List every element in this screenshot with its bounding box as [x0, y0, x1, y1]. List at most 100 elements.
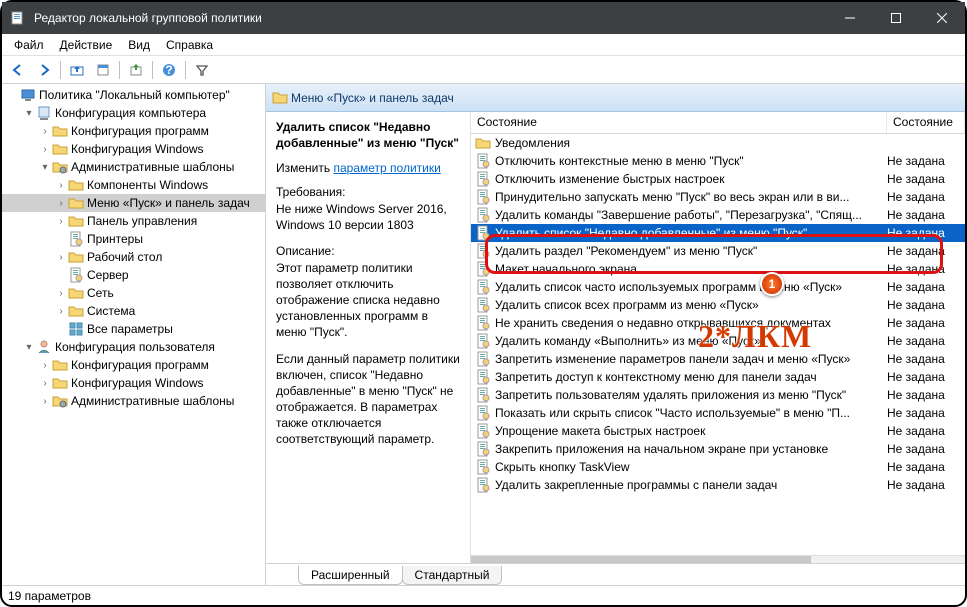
twist-icon: ›	[54, 288, 68, 299]
tree-root[interactable]: Политика "Локальный компьютер"	[2, 86, 265, 104]
titlebar: Редактор локальной групповой политики	[2, 2, 965, 34]
tree-comp-config[interactable]: ▾Конфигурация компьютера	[2, 104, 265, 122]
tree-item-label: Все параметры	[87, 322, 173, 336]
tab-extended[interactable]: Расширенный	[298, 566, 403, 585]
col-state-1[interactable]: Состояние	[471, 112, 887, 133]
right-pane: Меню «Пуск» и панель задач Удалить списо…	[266, 84, 965, 585]
list-row[interactable]: Удалить раздел "Рекомендуем" из меню "Пу…	[471, 242, 965, 260]
tree-item-label: Политика "Локальный компьютер"	[39, 88, 230, 102]
list-row[interactable]: Запретить пользователям удалять приложен…	[471, 386, 965, 404]
list-row[interactable]: Запретить доступ к контекстному меню для…	[471, 368, 965, 386]
tree-item-label: Конфигурация пользователя	[55, 340, 215, 354]
tree-item-icon	[68, 231, 84, 247]
policy-icon	[475, 171, 491, 187]
list-item-state: Не задана	[887, 388, 965, 402]
window-title: Редактор локальной групповой политики	[34, 11, 827, 25]
tree-item-icon	[36, 105, 52, 121]
tree-item[interactable]: Сервер	[2, 266, 265, 284]
horizontal-scrollbar[interactable]	[471, 555, 965, 563]
tree-item[interactable]: ›Конфигурация Windows	[2, 140, 265, 158]
properties-button[interactable]	[91, 59, 115, 81]
list-row[interactable]: Макет начального экранаНе задана	[471, 260, 965, 278]
list-item-state: Не задана	[887, 172, 965, 186]
list-item-label: Удалить закрепленные программы с панели …	[495, 478, 887, 492]
tree-item[interactable]: Все параметры	[2, 320, 265, 338]
list-row[interactable]: Показать или скрыть список "Часто исполь…	[471, 404, 965, 422]
list-row[interactable]: Упрощение макета быстрых настроекНе зада…	[471, 422, 965, 440]
tree-item[interactable]: ›Меню «Пуск» и панель задач	[2, 194, 265, 212]
tree-pane[interactable]: Политика "Локальный компьютер"▾Конфигура…	[2, 84, 266, 585]
list-body[interactable]: УведомленияОтключить контекстные меню в …	[471, 134, 965, 555]
menu-file[interactable]: Файл	[6, 38, 52, 52]
list-row[interactable]: Удалить список "Недавно добавленные" из …	[471, 224, 965, 242]
tree-item-icon	[68, 285, 84, 301]
tree-item[interactable]: ›Панель управления	[2, 212, 265, 230]
list-row[interactable]: Принудительно запускать меню "Пуск" во в…	[471, 188, 965, 206]
list-item-state: Не задана	[887, 406, 965, 420]
policy-icon	[475, 153, 491, 169]
list-item-label: Запретить пользователям удалять приложен…	[495, 388, 887, 402]
tree-item[interactable]: ›Административные шаблоны	[2, 392, 265, 410]
tree-item[interactable]: ›Конфигурация Windows	[2, 374, 265, 392]
list-item-label: Скрыть кнопку TaskView	[495, 460, 887, 474]
forward-button[interactable]	[32, 59, 56, 81]
twist-icon: ›	[38, 360, 52, 371]
tree-item-icon	[68, 249, 84, 265]
list-row[interactable]: Отключить изменение быстрых настроекНе з…	[471, 170, 965, 188]
tree-admin-templates[interactable]: ▾Административные шаблоны	[2, 158, 265, 176]
menu-help[interactable]: Справка	[158, 38, 221, 52]
filter-button[interactable]	[190, 59, 214, 81]
folder-icon	[475, 135, 491, 151]
help-button[interactable]: ?	[157, 59, 181, 81]
list-row[interactable]: Скрыть кнопку TaskViewНе задана	[471, 458, 965, 476]
tree-item-icon	[52, 357, 68, 373]
up-button[interactable]	[65, 59, 89, 81]
tree-item[interactable]: ›Конфигурация программ	[2, 122, 265, 140]
tree-item[interactable]: ›Рабочий стол	[2, 248, 265, 266]
list-row[interactable]: Закрепить приложения на начальном экране…	[471, 440, 965, 458]
tree-item-label: Сеть	[87, 286, 114, 300]
list-item-label: Принудительно запускать меню "Пуск" во в…	[495, 190, 887, 204]
policy-icon	[475, 459, 491, 475]
minimize-button[interactable]	[827, 2, 873, 34]
tree-item-icon	[68, 195, 84, 211]
desc-change-link[interactable]: параметр политики	[333, 161, 440, 175]
list-pane: Состояние Состояние УведомленияОтключить…	[471, 112, 965, 563]
close-button[interactable]	[919, 2, 965, 34]
list-row[interactable]: Отключить контекстные меню в меню "Пуск"…	[471, 152, 965, 170]
list-row[interactable]: Запретить изменение параметров панели за…	[471, 350, 965, 368]
tab-standard[interactable]: Стандартный	[402, 566, 503, 585]
tree-item-label: Конфигурация Windows	[71, 142, 204, 156]
list-row[interactable]: Удалить список часто используемых програ…	[471, 278, 965, 296]
menu-view[interactable]: Вид	[120, 38, 158, 52]
list-item-label: Удалить список часто используемых програ…	[495, 280, 887, 294]
tree-user-config[interactable]: ▾ Конфигурация пользователя	[2, 338, 265, 356]
list-item-state: Не задана	[887, 460, 965, 474]
policy-icon	[475, 423, 491, 439]
list-row[interactable]: Удалить команды "Завершение работы", "Пе…	[471, 206, 965, 224]
tree-item[interactable]: ›Конфигурация программ	[2, 356, 265, 374]
tree-item[interactable]: ›Система	[2, 302, 265, 320]
tree-item[interactable]: › Сеть	[2, 284, 265, 302]
export-button[interactable]	[124, 59, 148, 81]
menu-action[interactable]: Действие	[52, 38, 121, 52]
back-button[interactable]	[6, 59, 30, 81]
workspace: Политика "Локальный компьютер"▾Конфигура…	[2, 84, 965, 585]
twist-icon: ›	[38, 126, 52, 137]
list-row[interactable]: Удалить команду «Выполнить» из меню «Пус…	[471, 332, 965, 350]
tree-item[interactable]: ›Компоненты Windows	[2, 176, 265, 194]
col-state-2[interactable]: Состояние	[887, 112, 965, 133]
policy-icon	[475, 405, 491, 421]
tree-item[interactable]: Принтеры	[2, 230, 265, 248]
list-row[interactable]: Удалить закрепленные программы с панели …	[471, 476, 965, 494]
list-item-label: Удалить раздел "Рекомендуем" из меню "Пу…	[495, 244, 887, 258]
list-row[interactable]: Удалить список всех программ из меню «Пу…	[471, 296, 965, 314]
list-item-state: Не задана	[887, 244, 965, 258]
maximize-button[interactable]	[873, 2, 919, 34]
policy-icon	[475, 261, 491, 277]
list-folder[interactable]: Уведомления	[471, 134, 965, 152]
list-row[interactable]: Не хранить сведения о недавно открывавши…	[471, 314, 965, 332]
tree-item-icon	[68, 213, 84, 229]
menubar: Файл Действие Вид Справка	[2, 34, 965, 56]
twist-icon: ▾	[22, 342, 36, 353]
